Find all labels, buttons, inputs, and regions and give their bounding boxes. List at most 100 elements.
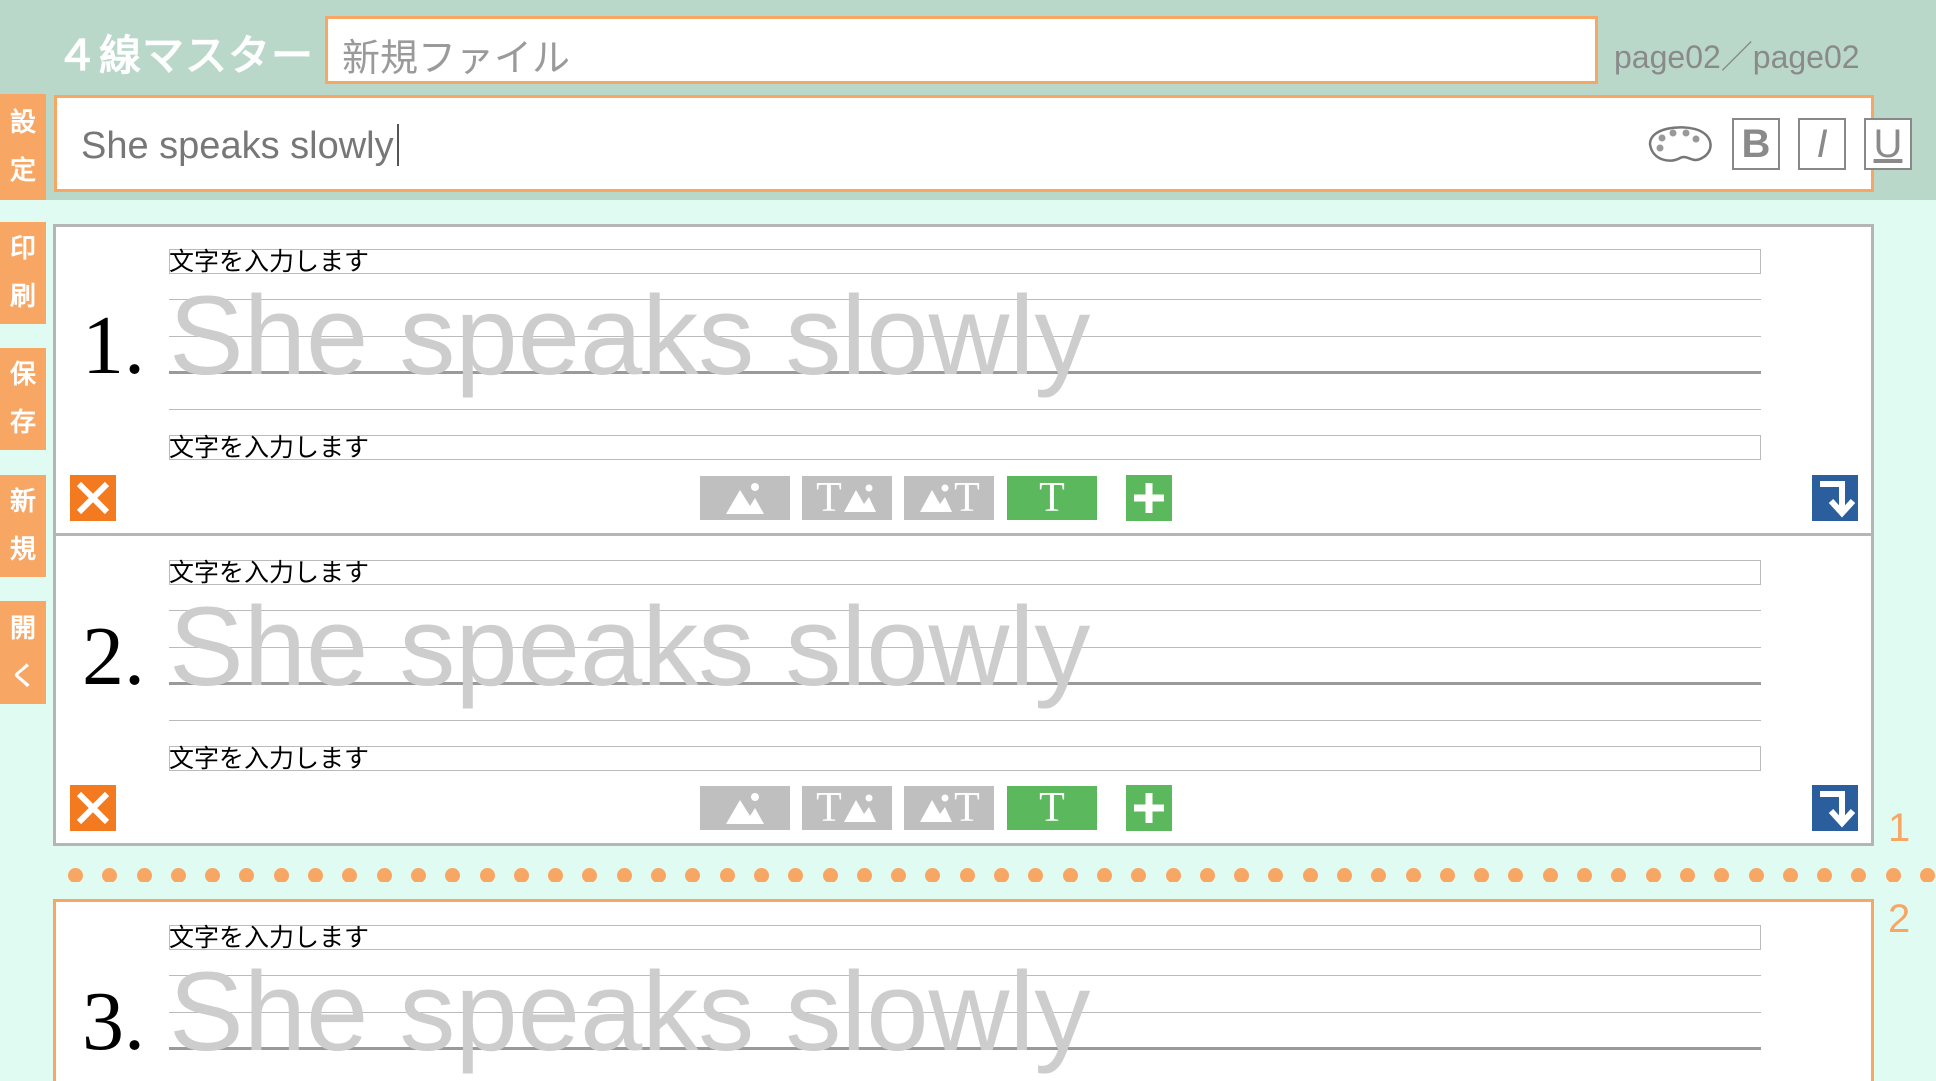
open-char-1: 開: [9, 613, 36, 644]
sentence-input[interactable]: She speaks slowly B I U: [54, 95, 1912, 192]
divider-dot: [342, 868, 358, 882]
print-button[interactable]: 印刷: [0, 222, 46, 324]
bold-button[interactable]: B: [1732, 118, 1780, 170]
top-label-field[interactable]: [169, 925, 1761, 950]
worksheet-row: 文字を入力します 1. She speaks slowly 文字を入力します T…: [53, 224, 1874, 536]
worksheet-row: 文字を入力します 2. She speaks slowly 文字を入力します T…: [53, 533, 1874, 846]
save-char-1: 保: [9, 360, 36, 390]
divider-dot: [1165, 868, 1181, 882]
divider-dot: [170, 868, 186, 882]
image-icon: [843, 794, 876, 822]
filename-input[interactable]: 新規ファイル: [325, 16, 1598, 84]
divider-dot: [410, 868, 426, 882]
divider-dot: [513, 868, 529, 882]
divider-dot: [1645, 868, 1661, 882]
image-only-button[interactable]: [700, 786, 790, 830]
divider-dot: [616, 868, 632, 882]
divider-dot: [1782, 868, 1798, 882]
divider-dot: [1234, 868, 1250, 882]
print-char-1: 印: [9, 234, 36, 264]
trace-text: She speaks slowly: [169, 273, 1091, 398]
divider-dot: [1199, 868, 1215, 882]
divider-dot: [1474, 868, 1490, 882]
image-text-button[interactable]: T: [904, 475, 994, 521]
save-button[interactable]: 保存: [0, 348, 46, 450]
bottom-label-field[interactable]: [169, 435, 1761, 460]
trace-text: She speaks slowly: [169, 584, 1091, 709]
divider-dot: [136, 868, 152, 882]
arrow-down-icon: [1820, 791, 1856, 828]
row-number: 2.: [82, 610, 145, 703]
divider-dot: [1302, 868, 1318, 882]
top-label-text: 文字を入力します: [169, 247, 370, 276]
divider-dot: [1096, 868, 1112, 882]
image-icon: [920, 484, 953, 512]
divider-dot: [1885, 868, 1901, 882]
image-text-t: T: [954, 475, 980, 521]
divider-dot: [1028, 868, 1044, 882]
underline-button[interactable]: U: [1864, 118, 1912, 170]
text-only-button[interactable]: T: [1007, 785, 1097, 831]
divider-dot: [959, 868, 975, 882]
move-down-button[interactable]: [1812, 785, 1858, 831]
divider-dot: [239, 868, 255, 882]
divider-dot: [1679, 868, 1695, 882]
page-break-divider: [68, 868, 1936, 882]
bottom-label-text: 文字を入力します: [169, 744, 370, 773]
image-only-button[interactable]: [700, 476, 790, 520]
divider-dot: [445, 868, 461, 882]
divider-dot: [719, 868, 735, 882]
row-number: 1.: [82, 299, 145, 392]
divider-dot: [788, 868, 804, 882]
image-text-button[interactable]: T: [904, 785, 994, 831]
divider-dot: [1371, 868, 1387, 882]
add-row-button[interactable]: [1126, 475, 1172, 521]
settings-button[interactable]: 設定: [0, 94, 46, 200]
add-row-button[interactable]: [1126, 785, 1172, 831]
divider-dot: [1062, 868, 1078, 882]
delete-row-button[interactable]: [70, 475, 116, 521]
divider-dot: [1748, 868, 1764, 882]
text-only-t: T: [1039, 475, 1065, 521]
open-char-2: く: [9, 661, 36, 692]
print-char-2: 刷: [9, 282, 36, 312]
divider-dot: [1405, 868, 1421, 882]
divider-dot: [753, 868, 769, 882]
divider-dot: [685, 868, 701, 882]
text-image-button[interactable]: T: [802, 785, 892, 831]
image-icon: [726, 793, 764, 824]
top-label-field[interactable]: [169, 560, 1761, 585]
sentence-text: She speaks slowly: [81, 125, 394, 167]
page-marker-1: 1: [1888, 806, 1911, 850]
new-char-1: 新: [9, 487, 36, 517]
divider-dot: [273, 868, 289, 882]
settings-char-1: 設: [9, 108, 36, 138]
divider-dot: [376, 868, 392, 882]
italic-button[interactable]: I: [1798, 118, 1846, 170]
text-image-button[interactable]: T: [802, 475, 892, 521]
open-button[interactable]: 開く: [0, 601, 46, 704]
close-icon: [76, 481, 110, 515]
page-counter: page02／page02: [1614, 39, 1860, 75]
divider-dot: [1439, 868, 1455, 882]
text-only-t: T: [1039, 785, 1065, 831]
divider-dot: [1611, 868, 1627, 882]
text-only-button[interactable]: T: [1007, 475, 1097, 521]
top-label-field[interactable]: [169, 249, 1761, 274]
close-icon: [76, 791, 110, 825]
settings-char-2: 定: [9, 156, 36, 186]
image-icon: [726, 483, 764, 514]
bottom-label-field[interactable]: [169, 746, 1761, 771]
plus-icon: [1134, 793, 1164, 823]
new-button[interactable]: 新規: [0, 475, 46, 577]
divider-dot: [479, 868, 495, 882]
delete-row-button[interactable]: [70, 785, 116, 831]
divider-dot: [68, 868, 83, 882]
move-down-button[interactable]: [1812, 475, 1858, 521]
divider-dot: [548, 868, 564, 882]
image-icon: [843, 484, 876, 512]
app-title: ４線マスター: [56, 31, 315, 80]
text-caret: [396, 124, 399, 166]
divider-dot: [308, 868, 324, 882]
palette-icon[interactable]: [1640, 118, 1716, 170]
